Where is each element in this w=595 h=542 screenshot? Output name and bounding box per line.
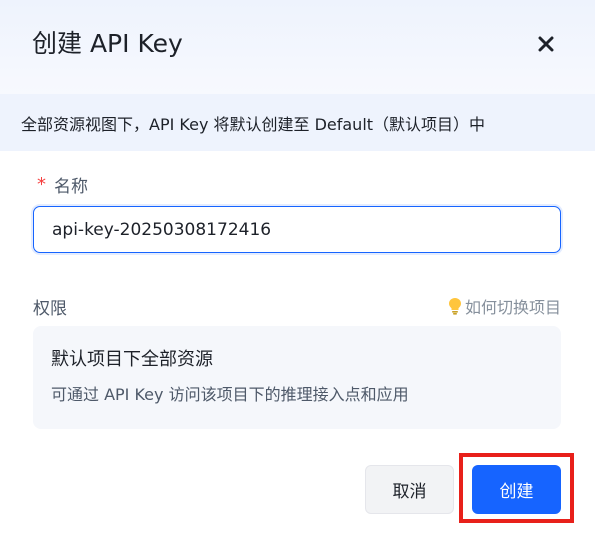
- switch-project-link-text: 如何切换项目: [464, 298, 561, 317]
- name-label: * 名称: [37, 172, 88, 197]
- close-icon: [538, 36, 554, 52]
- close-button[interactable]: [530, 28, 562, 60]
- permission-label: 权限: [33, 299, 67, 319]
- switch-project-link[interactable]: 如何切换项目: [448, 294, 561, 318]
- lightbulb-icon: [448, 297, 462, 315]
- dialog-title: 创建 API Key: [32, 29, 183, 58]
- cancel-button[interactable]: 取消: [365, 465, 454, 514]
- permission-card: 默认项目下全部资源 可通过 API Key 访问该项目下的推理接入点和应用: [33, 326, 561, 429]
- dialog-header: 创建 API Key: [0, 0, 595, 94]
- name-label-text: 名称: [54, 177, 88, 197]
- required-mark: *: [37, 174, 46, 195]
- create-button-highlight: [459, 453, 574, 523]
- name-input[interactable]: [33, 206, 561, 253]
- project-notice: 全部资源视图下，API Key 将默认创建至 Default（默认项目）中: [0, 94, 595, 151]
- permission-card-title: 默认项目下全部资源: [51, 349, 213, 370]
- create-api-key-dialog: 创建 API Key 全部资源视图下，API Key 将默认创建至 Defaul…: [0, 0, 595, 542]
- permission-card-desc: 可通过 API Key 访问该项目下的推理接入点和应用: [51, 385, 409, 404]
